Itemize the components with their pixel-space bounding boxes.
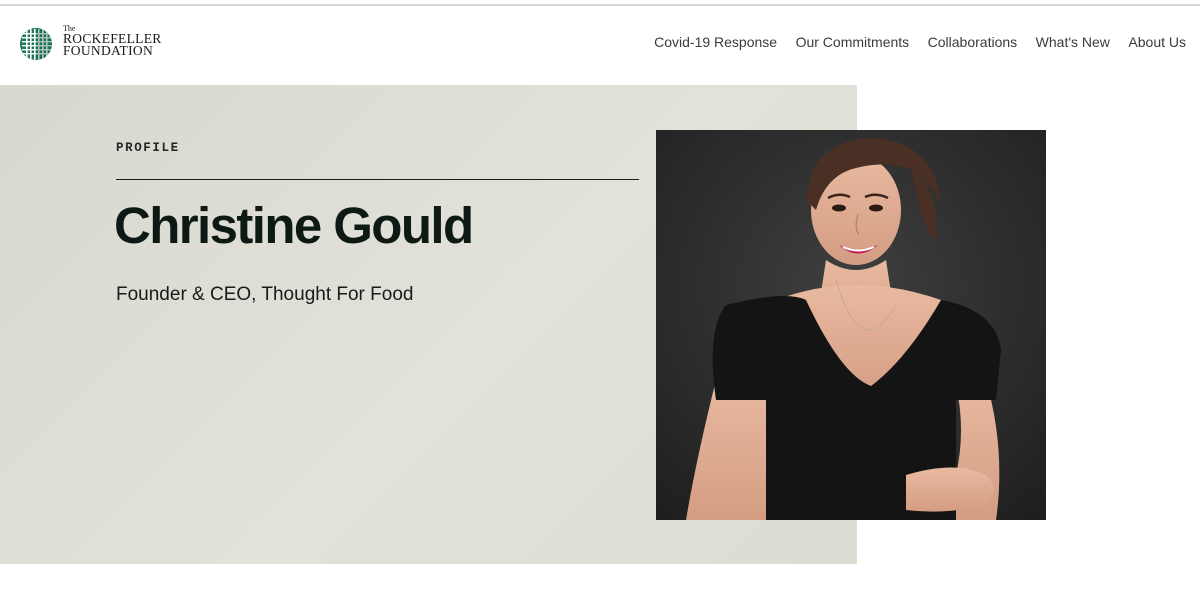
nav-collaborations[interactable]: Collaborations xyxy=(928,34,1018,50)
portrait-illustration xyxy=(656,130,1046,520)
logo-link[interactable]: The ROCKEFELLER FOUNDATION xyxy=(20,25,162,63)
profile-eyebrow: PROFILE xyxy=(116,141,180,155)
logo-line-2: FOUNDATION xyxy=(63,43,153,58)
nav-our-commitments[interactable]: Our Commitments xyxy=(796,34,910,50)
profile-title: Founder & CEO, Thought For Food xyxy=(116,284,414,305)
main-nav: Covid-19 Response Our Commitments Collab… xyxy=(636,34,1186,50)
globe-grid-icon xyxy=(20,28,52,60)
portrait-photo xyxy=(656,130,1046,520)
nav-about-us[interactable]: About Us xyxy=(1128,34,1186,50)
profile-name: Christine Gould xyxy=(114,197,474,254)
site-header: The ROCKEFELLER FOUNDATION Covid-19 Resp… xyxy=(0,6,1200,85)
hero-divider xyxy=(116,179,639,180)
nav-covid-19-response[interactable]: Covid-19 Response xyxy=(654,34,777,50)
nav-whats-new[interactable]: What's New xyxy=(1036,34,1110,50)
logo-wordmark: The ROCKEFELLER FOUNDATION xyxy=(63,25,162,58)
